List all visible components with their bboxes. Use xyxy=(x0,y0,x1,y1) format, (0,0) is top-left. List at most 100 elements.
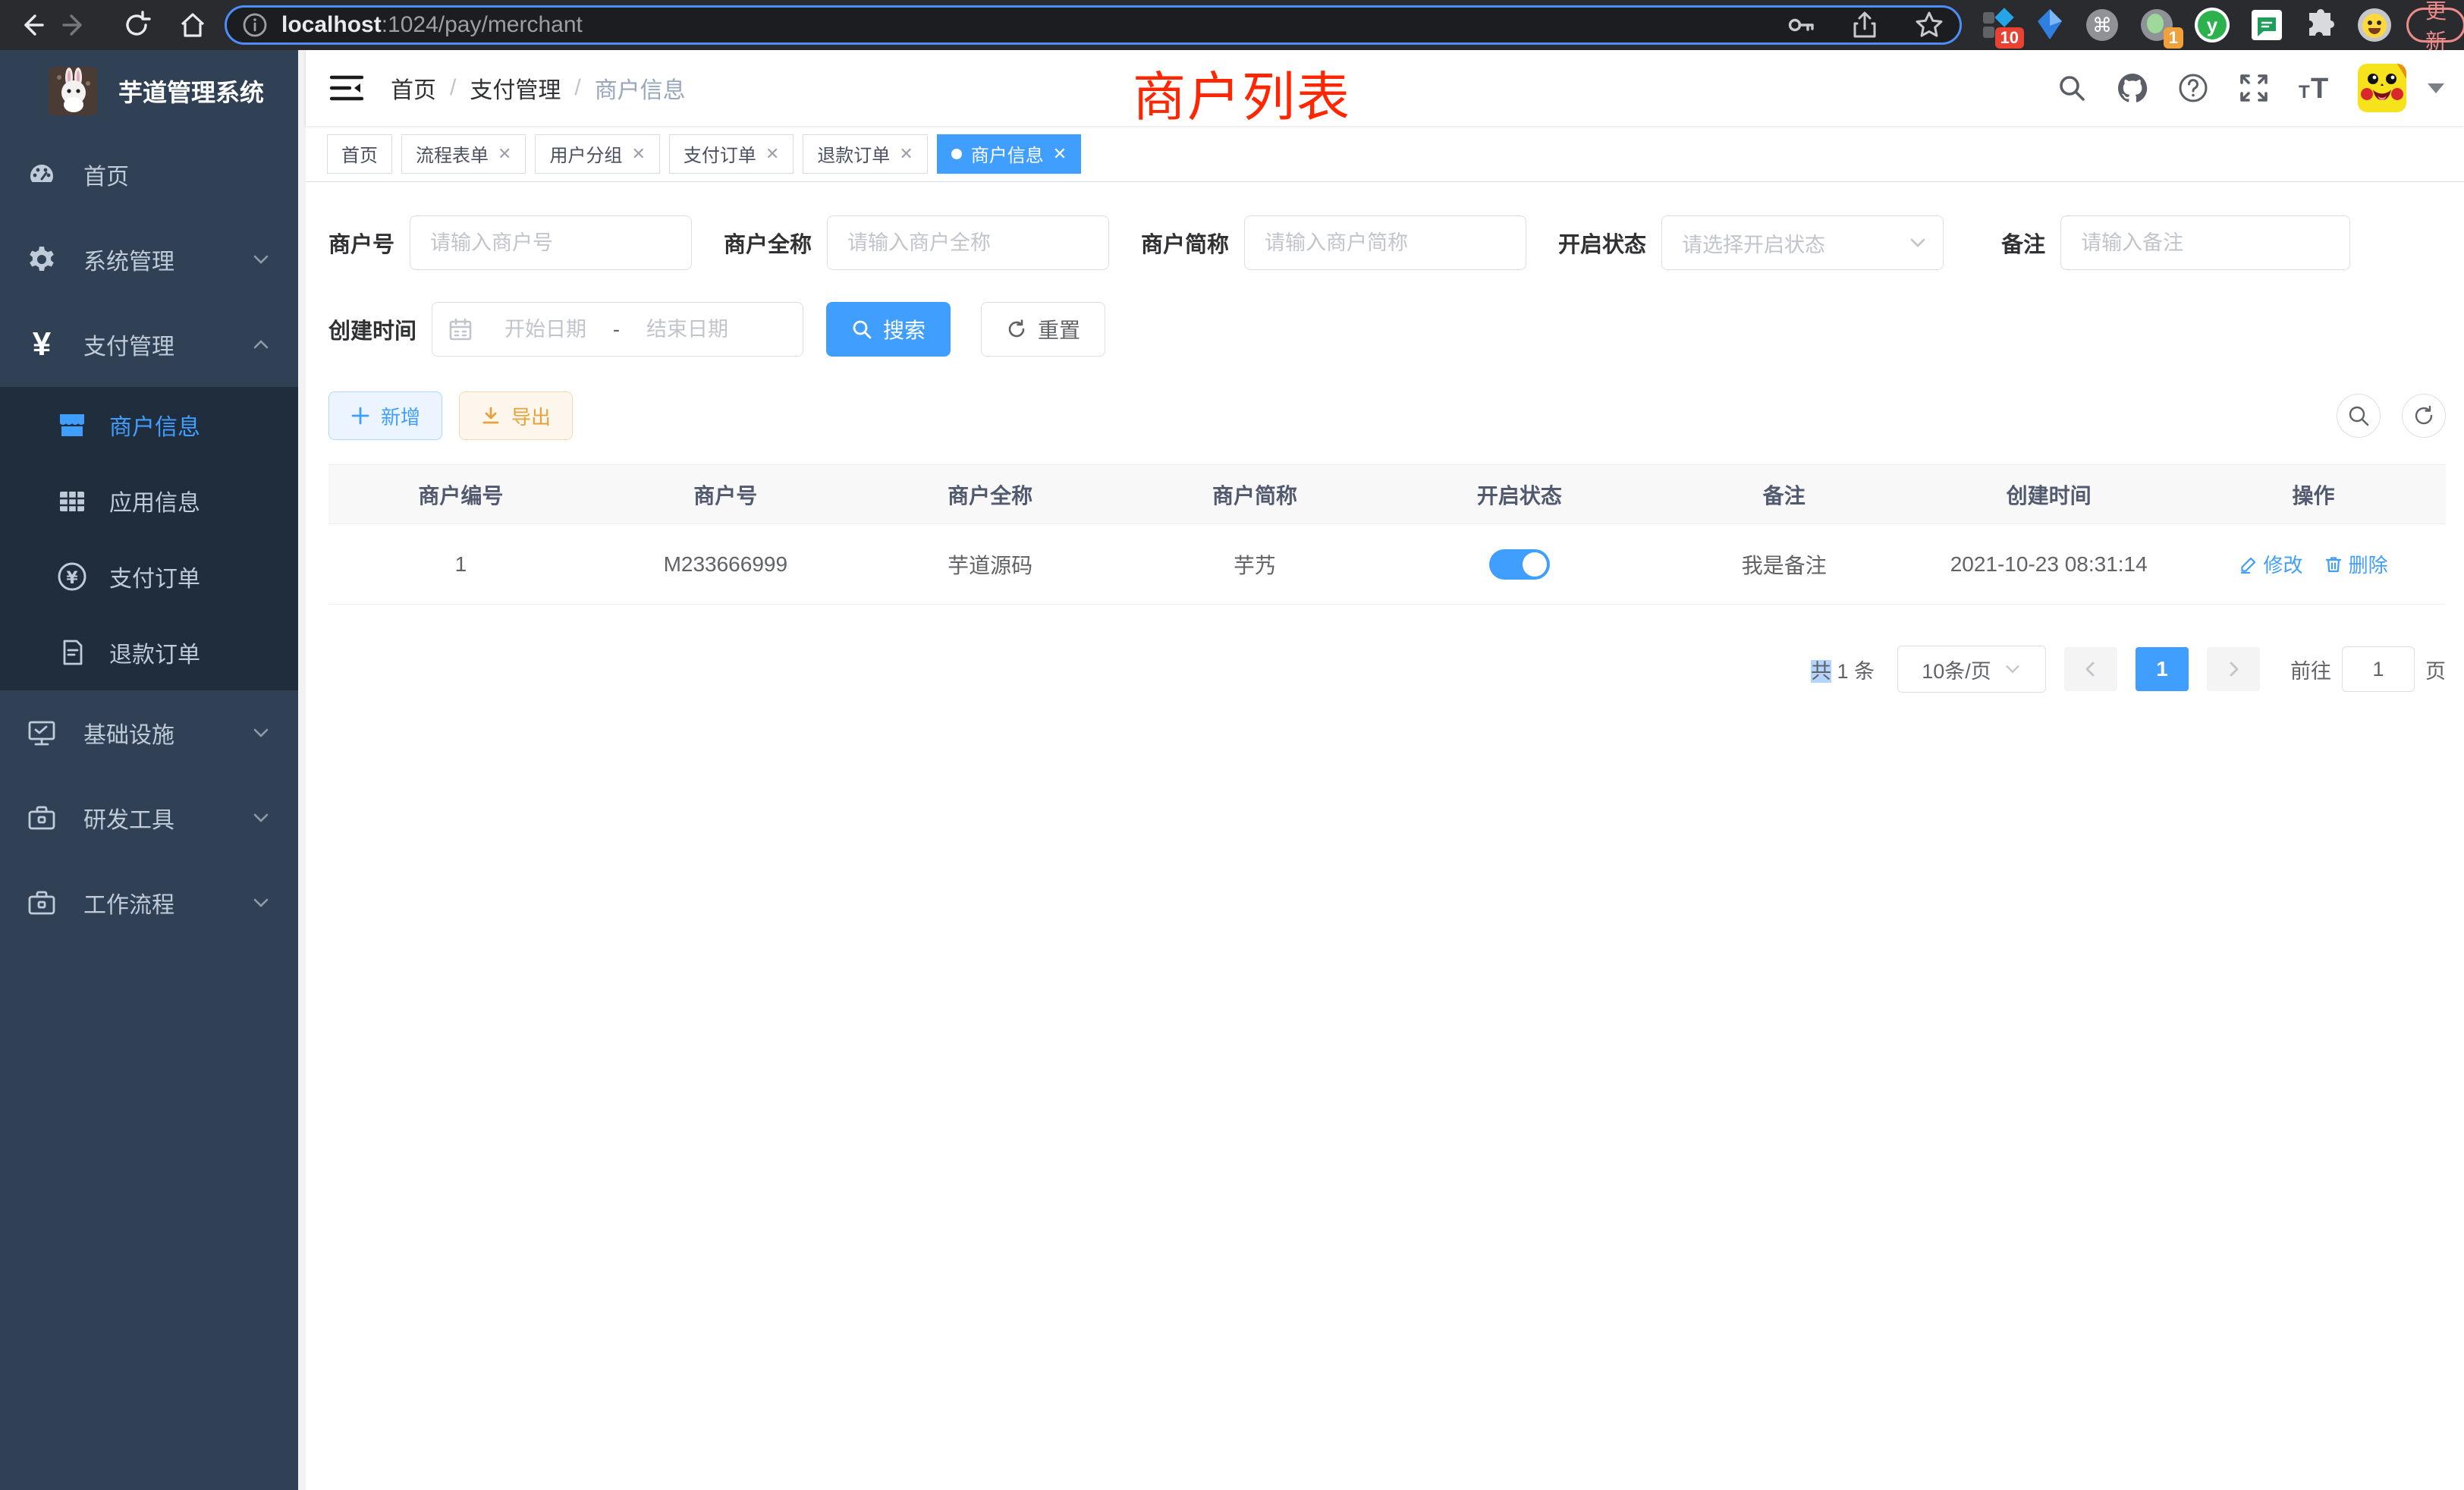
sidebar-scrollbar[interactable] xyxy=(298,50,306,1490)
status-toggle[interactable] xyxy=(1489,549,1550,580)
search-button[interactable]: 搜索 xyxy=(826,302,951,357)
sidebar-item-pay-order[interactable]: ¥ 支付订单 xyxy=(0,539,298,615)
tab-merchant-info[interactable]: 商户信息✕ xyxy=(937,134,1081,174)
close-icon[interactable]: ✕ xyxy=(1053,144,1067,164)
dashboard-icon xyxy=(26,159,58,190)
chrome-update-button[interactable]: 更新 xyxy=(2406,8,2464,42)
top-navbar: 首页 / 支付管理 / 商户信息 商户列表 xyxy=(306,50,2464,126)
url-host: localhost xyxy=(281,12,382,38)
close-icon[interactable]: ✕ xyxy=(631,144,645,164)
refresh-table-button[interactable] xyxy=(2402,394,2446,438)
search-icon[interactable] xyxy=(2054,71,2089,105)
site-info-icon[interactable] xyxy=(242,12,268,38)
short-name-label: 商户简称 xyxy=(1141,227,1244,259)
add-button[interactable]: 新增 xyxy=(328,391,442,440)
tab-home[interactable]: 首页 xyxy=(327,134,392,174)
sidebar-item-infra[interactable]: 基础设施 xyxy=(0,690,298,775)
sidebar-item-refund-order[interactable]: 退款订单 xyxy=(0,615,298,690)
chevron-right-icon xyxy=(2224,660,2242,678)
avatar-caret-icon[interactable] xyxy=(2428,83,2444,93)
export-button[interactable]: 导出 xyxy=(459,391,573,440)
app-title: 芋道管理系统 xyxy=(118,74,264,108)
chevron-down-icon xyxy=(1908,233,1928,253)
tab-refund-order[interactable]: 退款订单✕ xyxy=(803,134,927,174)
sidebar-item-system[interactable]: 系统管理 xyxy=(0,217,298,302)
chevron-down-icon xyxy=(251,808,271,828)
extension-chat-icon[interactable] xyxy=(2250,8,2283,42)
password-key-icon[interactable] xyxy=(1785,10,1815,40)
sidebar-item-dev-tools[interactable]: 研发工具 xyxy=(0,775,298,860)
extension-kite-icon[interactable] xyxy=(2035,8,2065,42)
sidebar-item-label: 支付订单 xyxy=(109,560,200,593)
sidebar: 芋道管理系统 首页 系统管理 ¥ 支付管理 xyxy=(0,50,298,1490)
svg-text:y: y xyxy=(2207,14,2218,36)
font-size-icon[interactable]: TT xyxy=(2297,71,2332,105)
github-icon[interactable] xyxy=(2115,71,2150,105)
edit-link[interactable]: 修改 xyxy=(2239,550,2303,578)
merchant-table: 商户编号 商户号 商户全称 商户简称 开启状态 备注 创建时间 操作 1 M23… xyxy=(328,464,2446,605)
user-avatar[interactable] xyxy=(2358,64,2406,112)
search-icon xyxy=(2347,404,2370,427)
tab-pay-order[interactable]: 支付订单✕ xyxy=(669,134,794,174)
browser-reload-button[interactable] xyxy=(115,4,158,46)
fullscreen-icon[interactable] xyxy=(2236,71,2271,105)
download-icon xyxy=(481,406,501,426)
collapse-sidebar-icon[interactable] xyxy=(327,68,366,108)
prev-page-button[interactable] xyxy=(2064,647,2117,691)
create-time-range-picker[interactable]: - xyxy=(432,302,803,357)
end-date-input[interactable] xyxy=(623,318,752,341)
tab-process-form[interactable]: 流程表单✕ xyxy=(401,134,526,174)
browser-avatar-emoji-icon[interactable] xyxy=(2356,7,2393,43)
extension-command-icon[interactable]: ⌘ xyxy=(2085,8,2120,42)
toolbox-icon xyxy=(26,802,58,834)
sidebar-item-merchant-info[interactable]: 商户信息 xyxy=(0,387,298,463)
browser-home-button[interactable] xyxy=(171,4,214,46)
close-icon[interactable]: ✕ xyxy=(765,144,779,164)
page-size-select[interactable]: 10条/页 xyxy=(1897,646,2046,693)
sidebar-logo[interactable]: 芋道管理系统 xyxy=(0,50,298,132)
extension-tiles-icon[interactable]: 10 xyxy=(1980,8,2015,42)
full-name-input[interactable] xyxy=(827,215,1109,270)
close-icon[interactable]: ✕ xyxy=(899,144,913,164)
table-row: 1 M233666999 芋道源码 芋艿 我是备注 2021-10-23 08:… xyxy=(328,524,2446,605)
breadcrumb-pay[interactable]: 支付管理 xyxy=(470,71,561,105)
start-date-input[interactable] xyxy=(481,318,610,341)
tab-user-group[interactable]: 用户分组✕ xyxy=(535,134,659,174)
status-select[interactable]: 请选择开启状态 xyxy=(1661,215,1944,270)
goto-label: 前往 xyxy=(2290,655,2331,684)
goto-page-input[interactable] xyxy=(2342,646,2415,692)
address-bar[interactable]: localhost:1024/pay/merchant xyxy=(225,5,1962,45)
storefront-icon xyxy=(56,409,88,441)
bookmark-star-icon[interactable] xyxy=(1914,10,1944,40)
extensions-puzzle-icon[interactable] xyxy=(2303,8,2337,42)
sidebar-item-app-info[interactable]: 应用信息 xyxy=(0,463,298,539)
col-short-name: 商户简称 xyxy=(1123,465,1388,523)
page-number-1[interactable]: 1 xyxy=(2136,647,2189,691)
browser-back-button[interactable] xyxy=(11,4,53,46)
remark-input[interactable] xyxy=(2060,215,2350,270)
yen-circle-icon: ¥ xyxy=(56,561,88,593)
show-search-button[interactable] xyxy=(2337,394,2381,438)
full-name-label: 商户全称 xyxy=(724,227,827,259)
browser-forward-button[interactable] xyxy=(53,4,96,46)
toolbox-icon xyxy=(26,887,58,919)
next-page-button[interactable] xyxy=(2207,647,2260,691)
extension-y-icon[interactable]: y xyxy=(2194,7,2230,43)
sidebar-item-home[interactable]: 首页 xyxy=(0,132,298,217)
extension-profile-icon[interactable]: 1 xyxy=(2139,8,2174,42)
breadcrumb-separator: / xyxy=(574,75,580,101)
chevron-up-icon xyxy=(251,335,271,354)
reset-button[interactable]: 重置 xyxy=(981,302,1105,357)
merchant-no-label: 商户号 xyxy=(328,227,410,259)
breadcrumb-separator: / xyxy=(450,75,456,101)
short-name-input[interactable] xyxy=(1244,215,1526,270)
breadcrumb-home[interactable]: 首页 xyxy=(391,71,436,105)
sidebar-item-workflow[interactable]: 工作流程 xyxy=(0,860,298,945)
merchant-no-input[interactable] xyxy=(410,215,692,270)
close-icon[interactable]: ✕ xyxy=(498,144,511,164)
sidebar-item-pay[interactable]: ¥ 支付管理 xyxy=(0,302,298,387)
help-icon[interactable] xyxy=(2176,71,2211,105)
chevron-left-icon xyxy=(2082,660,2100,678)
delete-link[interactable]: 删除 xyxy=(2324,550,2388,578)
share-icon[interactable] xyxy=(1850,11,1879,39)
